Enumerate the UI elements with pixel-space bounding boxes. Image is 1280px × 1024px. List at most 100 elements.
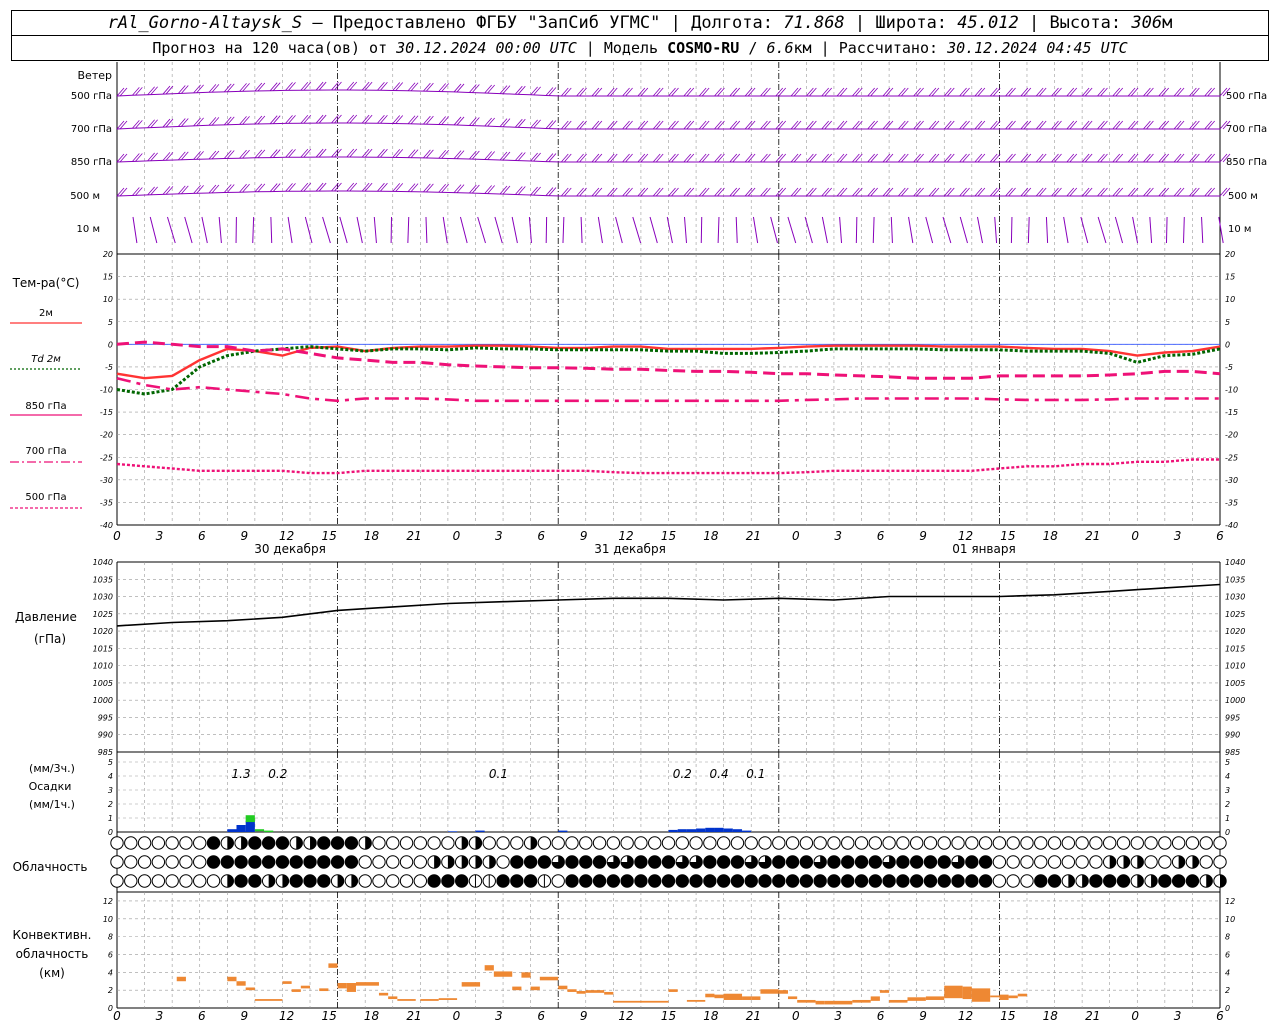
wind-barb [484, 151, 492, 160]
legend-850: 850 гПа [25, 401, 66, 412]
wind-barb [763, 187, 771, 197]
pressure-tick-label: 1020 [93, 627, 113, 636]
conv-bar [714, 994, 724, 999]
conv-tick-label: 10 [103, 915, 113, 924]
cloud-symbol [1185, 836, 1200, 850]
wind-barb [852, 153, 860, 163]
wind-barb [395, 183, 404, 192]
pressure-tick-label-right: 1010 [1225, 662, 1245, 671]
cloud-symbol [386, 874, 400, 888]
wind-barb [640, 187, 649, 197]
wind-barb-10m [925, 216, 934, 244]
wind-barb [132, 187, 140, 196]
wind-barb [668, 87, 676, 97]
wind-barb [254, 149, 263, 159]
wind-level-500m-right: 500 м [1228, 191, 1258, 202]
wind-barb [1192, 87, 1200, 97]
temp-tick-label: 0 [108, 340, 113, 349]
wind-barb [377, 182, 385, 192]
wind-barb [1127, 120, 1136, 130]
cloud-symbol [1116, 874, 1131, 888]
cloud-symbol [827, 874, 841, 888]
conv-bar [797, 999, 807, 1003]
hour-tick-label: 12 [958, 529, 973, 543]
hour-tick-label: 3 [495, 1009, 503, 1023]
wind-barb [916, 120, 924, 130]
convective-bars [176, 963, 1027, 1005]
wind-barb-10m [976, 216, 984, 244]
cloud-symbol [909, 874, 924, 888]
cloud-symbol-half [447, 855, 455, 869]
wind-barb [162, 152, 171, 161]
cloud-symbol [620, 874, 634, 888]
wind-barb-10m [184, 216, 193, 244]
wind-barb [793, 153, 802, 163]
cloud-symbol [289, 855, 303, 869]
wind-barb [150, 152, 158, 162]
hour-tick-label: 12 [618, 1009, 633, 1023]
wind-barb-10m [597, 216, 603, 244]
wind-barb [1176, 187, 1185, 197]
wind-barbs [116, 81, 1231, 244]
cloud-symbol-half [365, 836, 372, 850]
wind-barb [453, 150, 462, 159]
wind-barb [456, 116, 465, 126]
wind-barb [625, 120, 633, 130]
cloud-symbol [648, 836, 662, 850]
wind-barb [318, 148, 327, 158]
cloud-symbol [124, 874, 138, 888]
conv-bar [833, 1000, 853, 1005]
cloud-symbol [413, 836, 428, 850]
wind-barb [1066, 153, 1075, 163]
wind-barb-10m [890, 216, 893, 244]
wind-barb-10m [1045, 216, 1049, 244]
wind-barb [177, 151, 186, 161]
wind-barb [885, 187, 894, 197]
wind-barb [1081, 87, 1090, 97]
wind-barb [438, 83, 447, 92]
wind-barb [1127, 87, 1136, 97]
cloud-symbol [496, 874, 510, 888]
wind-barb [683, 187, 692, 197]
wind-barb [1204, 187, 1212, 197]
wind-barb [824, 87, 832, 97]
wind-barb [640, 153, 649, 163]
wind-barb [775, 187, 784, 197]
cloud-symbol-half [1137, 874, 1144, 888]
cloud-symbol [1075, 855, 1089, 869]
wind-barb-10m [201, 216, 208, 244]
pressure-tick-label-right: 1005 [1225, 679, 1245, 688]
legend-500: 500 гПа [25, 492, 66, 503]
cloud-symbol [799, 836, 814, 850]
hour-tick-label: 12 [279, 529, 294, 543]
wind-barb-10m [1010, 216, 1013, 244]
wind-barb [1051, 153, 1059, 163]
wind-barb [242, 149, 250, 159]
wind-barb [318, 114, 327, 124]
precip-total-label: 0.1 [489, 767, 508, 781]
wind-barb [732, 187, 741, 197]
conv-bar [925, 996, 945, 1000]
wind-barb [530, 186, 538, 196]
wind-barb [809, 87, 817, 97]
cloud-symbol [510, 855, 524, 869]
cloud-symbol [358, 874, 372, 888]
wind-barb-10m [994, 216, 998, 244]
wind-barb [1100, 187, 1108, 197]
temp-tick-label-right: 5 [1225, 318, 1230, 327]
conv-tick-label-right: 12 [1225, 897, 1235, 906]
wind-barb [622, 120, 630, 130]
pressure-tick-label: 985 [98, 748, 113, 757]
conv-unit: (км) [39, 966, 65, 980]
wind-barb [686, 153, 695, 163]
cloud-symbol [386, 836, 400, 850]
wind-barb-10m [1027, 216, 1030, 244]
wind-barb [836, 120, 845, 130]
wind-barb [1005, 87, 1013, 97]
conv-bar [889, 999, 908, 1003]
hour-tick-label: 15 [661, 529, 676, 543]
wind-barb [150, 86, 158, 95]
cloud-symbol [937, 874, 951, 888]
precip-tick-label-right: 2 [1225, 800, 1230, 809]
wind-barb [1035, 120, 1044, 130]
